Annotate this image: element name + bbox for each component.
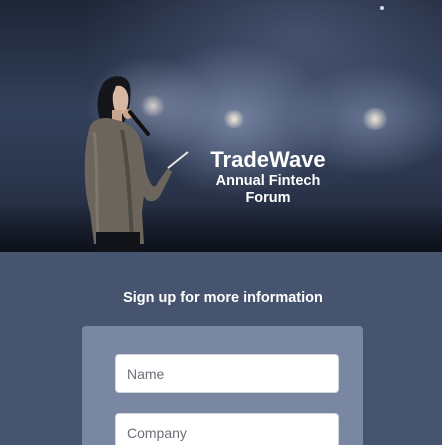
- event-title: TradeWave Annual Fintech Forum: [196, 147, 340, 207]
- hero-banner: TradeWave Annual Fintech Forum: [0, 0, 442, 252]
- stage-light: [222, 110, 246, 128]
- event-subtitle-line1: Annual Fintech: [215, 173, 321, 189]
- stage-floor: [0, 205, 442, 252]
- stage-light: [360, 108, 390, 130]
- company-input[interactable]: [115, 413, 339, 445]
- stage-light: [380, 6, 384, 10]
- name-input[interactable]: [115, 354, 339, 393]
- speaker-photo: [84, 76, 189, 252]
- signup-heading: Sign up for more information: [123, 290, 323, 306]
- signup-form: [82, 326, 363, 445]
- brand-name: TradeWave: [210, 147, 326, 172]
- event-subtitle-line2: Forum: [245, 190, 291, 206]
